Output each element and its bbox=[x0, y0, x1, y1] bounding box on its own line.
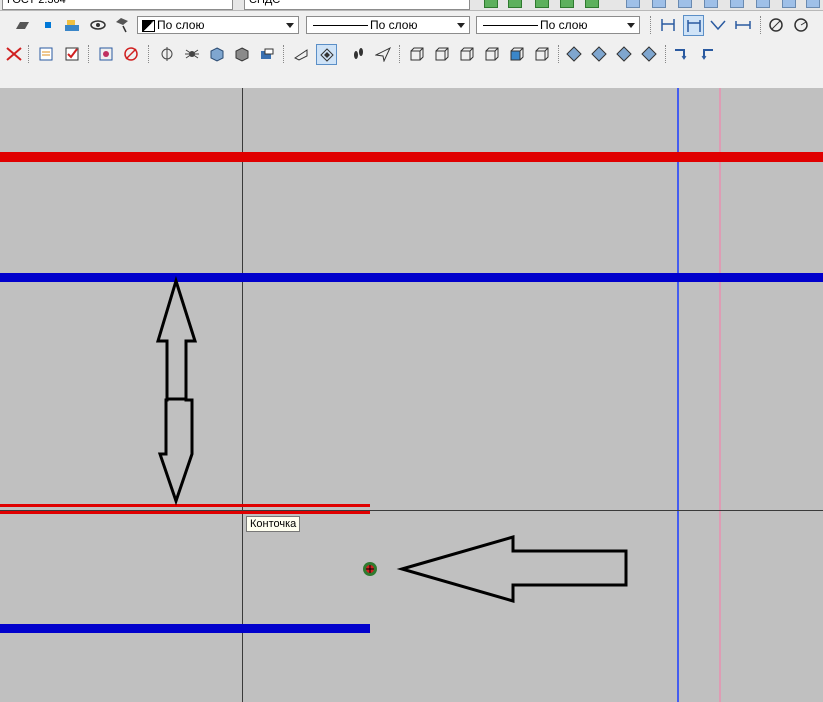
camera-icon[interactable] bbox=[257, 44, 277, 64]
properties-toolbar: По слою По слою По слою bbox=[0, 11, 823, 39]
toolbar-grip[interactable] bbox=[665, 45, 669, 63]
tool-icon[interactable] bbox=[782, 0, 796, 8]
drawing-svg[interactable] bbox=[0, 88, 823, 702]
iso-sw-icon[interactable] bbox=[564, 44, 584, 64]
view-left-icon[interactable] bbox=[456, 44, 476, 64]
linetype-preview bbox=[313, 25, 368, 26]
blue-line-bottom[interactable] bbox=[0, 624, 370, 633]
red-line-bottom-edge[interactable] bbox=[0, 511, 370, 514]
chevron-down-icon bbox=[627, 23, 635, 28]
view-front-icon[interactable] bbox=[506, 44, 526, 64]
red-line-top[interactable] bbox=[0, 152, 823, 162]
toolbar-spacer bbox=[0, 68, 823, 88]
tool-icon[interactable] bbox=[585, 0, 599, 8]
tool-icon[interactable] bbox=[652, 0, 666, 8]
view-bottom-icon[interactable] bbox=[431, 44, 451, 64]
spider-icon[interactable] bbox=[182, 44, 202, 64]
fly-icon[interactable] bbox=[373, 44, 393, 64]
tool-icon[interactable] bbox=[560, 0, 574, 8]
circle-radius-icon[interactable] bbox=[791, 15, 811, 35]
toolbar-grip[interactable] bbox=[650, 16, 654, 34]
tool-icon[interactable] bbox=[535, 0, 549, 8]
chevron-down-icon bbox=[286, 23, 294, 28]
blue-line-top[interactable] bbox=[0, 273, 823, 282]
chevron-down-icon bbox=[457, 23, 465, 28]
double-arrow-annotation bbox=[155, 275, 198, 506]
toolbar-area: ГОСТ 2.304 СПДС По слою По слою По слою bbox=[0, 0, 823, 89]
eye-icon[interactable] bbox=[88, 15, 108, 35]
iso-se-icon[interactable] bbox=[589, 44, 609, 64]
view-top-icon[interactable] bbox=[406, 44, 426, 64]
no-snap-icon[interactable] bbox=[121, 44, 141, 64]
toolbar-grip[interactable] bbox=[148, 45, 152, 63]
plan-view-icon[interactable] bbox=[316, 44, 337, 65]
dim-aligned-icon[interactable] bbox=[683, 15, 704, 36]
toolbar-grip[interactable] bbox=[88, 45, 92, 63]
iso-ne-icon[interactable] bbox=[614, 44, 634, 64]
top-toolbar-row-cut: ГОСТ 2.304 СПДС bbox=[0, 0, 823, 11]
tool-icon[interactable] bbox=[626, 0, 640, 8]
perspective-icon[interactable] bbox=[291, 44, 311, 64]
orbit-icon[interactable] bbox=[157, 44, 177, 64]
toolbar-grip[interactable] bbox=[283, 45, 287, 63]
erase-icon[interactable] bbox=[4, 44, 24, 64]
toolbar-grip[interactable] bbox=[28, 45, 32, 63]
view-back-icon[interactable] bbox=[531, 44, 551, 64]
color-swatch-icon bbox=[142, 20, 155, 32]
dim-linear-icon[interactable] bbox=[658, 15, 678, 35]
snap-tooltip: Конточка bbox=[246, 516, 301, 532]
circle-icon[interactable] bbox=[766, 15, 786, 35]
layer-states-icon[interactable] bbox=[62, 15, 82, 35]
toolbar-grip[interactable] bbox=[558, 45, 562, 63]
tool-icon[interactable] bbox=[730, 0, 744, 8]
properties-icon[interactable] bbox=[36, 44, 56, 64]
view-next-icon[interactable] bbox=[697, 44, 717, 64]
left-arrow-annotation bbox=[396, 535, 628, 603]
tool-icon[interactable] bbox=[678, 0, 692, 8]
lineweight-combo[interactable]: По слою bbox=[476, 16, 640, 34]
view-previous-icon[interactable] bbox=[671, 44, 691, 64]
red-line-bottom[interactable] bbox=[0, 504, 370, 507]
dim-angular-icon[interactable] bbox=[708, 15, 728, 35]
color-combo[interactable]: По слою bbox=[137, 16, 299, 34]
target-icon[interactable] bbox=[96, 44, 116, 64]
lineweight-preview bbox=[483, 25, 538, 26]
toolbar-grip[interactable] bbox=[399, 45, 403, 63]
iso-nw-icon[interactable] bbox=[639, 44, 659, 64]
checklist-icon[interactable] bbox=[62, 44, 82, 64]
tool-icon[interactable] bbox=[704, 0, 718, 8]
tool-icon[interactable] bbox=[806, 0, 820, 8]
box-shaded-icon[interactable] bbox=[232, 44, 252, 64]
view-toolbar bbox=[0, 40, 823, 68]
color-value: По слою bbox=[157, 18, 205, 32]
layer-icon[interactable] bbox=[12, 15, 32, 35]
drawing-canvas[interactable]: Конточка bbox=[0, 88, 823, 702]
lineweight-value: По слою bbox=[540, 18, 588, 32]
tool-icon[interactable] bbox=[756, 0, 770, 8]
linetype-combo[interactable]: По слою bbox=[306, 16, 470, 34]
box-3d-icon[interactable] bbox=[207, 44, 227, 64]
toolbar-grip[interactable] bbox=[760, 16, 764, 34]
layer-color-icon[interactable] bbox=[38, 15, 58, 35]
view-right-icon[interactable] bbox=[481, 44, 501, 64]
dim-style-field[interactable]: СПДС bbox=[244, 0, 470, 10]
tool-icon[interactable] bbox=[508, 0, 522, 8]
linetype-value: По слою bbox=[370, 18, 418, 32]
dim-continue-icon[interactable] bbox=[733, 15, 753, 35]
layer-properties-icon[interactable] bbox=[112, 15, 132, 35]
tool-icon[interactable] bbox=[484, 0, 498, 8]
text-style-field[interactable]: ГОСТ 2.304 bbox=[2, 0, 233, 10]
walk-icon[interactable] bbox=[348, 44, 368, 64]
